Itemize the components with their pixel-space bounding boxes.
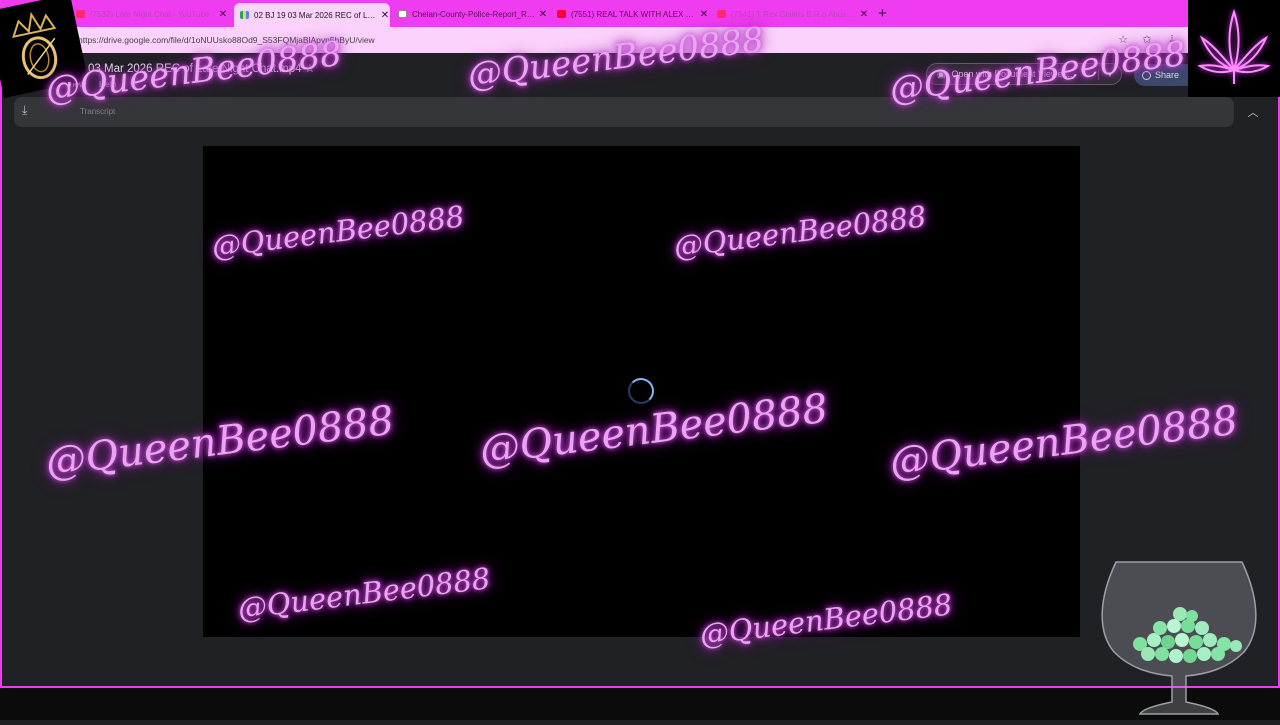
tab-label: (7541) T Rex Claims B.R.o Abusive xyxy=(731,9,856,19)
youtube-icon xyxy=(557,10,566,18)
tab-police-report[interactable]: Chelan-County-Police-Report_Red ✕ xyxy=(398,4,548,24)
youtube-icon xyxy=(717,10,726,18)
youtube-icon xyxy=(76,10,85,18)
extensions-icon[interactable]: ✩ xyxy=(1140,33,1154,46)
address-toolbar: https://drive.google.com/file/d/1oNUUsko… xyxy=(0,27,1188,53)
download-icon[interactable]: ⤓ xyxy=(22,103,27,118)
globe-icon xyxy=(1142,70,1151,80)
close-icon[interactable]: ✕ xyxy=(380,10,390,21)
glass-bowl-icon xyxy=(1096,556,1262,725)
tab-label: Chelan-County-Police-Report_Red xyxy=(412,9,535,19)
tab-real-talk[interactable]: (7551) REAL TALK WITH ALEX ERIC ✕ xyxy=(557,4,709,24)
share-button[interactable]: Share xyxy=(1134,64,1188,86)
tab-label: 02 BJ 19 03 Mar 2026 REC of Late xyxy=(254,10,377,20)
share-label: Share xyxy=(1155,70,1180,80)
download-icon[interactable]: ⇣ xyxy=(1165,33,1179,46)
open-with-label: Open with Document Viewer... xyxy=(951,69,1073,79)
open-with-button[interactable]: ▣ Open with Document Viewer... ▾ xyxy=(926,63,1122,85)
tab-label: (7532) Late Night Chat - YouTube xyxy=(90,9,210,19)
star-icon[interactable]: ☆ xyxy=(305,63,315,75)
tab-youtube-late-night[interactable]: (7532) Late Night Chat - YouTube ✕ xyxy=(76,4,228,24)
close-icon[interactable]: ✕ xyxy=(538,9,548,20)
document-icon: ▣ xyxy=(937,68,946,79)
drive-icon xyxy=(240,11,249,19)
chevron-up-icon[interactable]: ︿ xyxy=(1240,102,1266,124)
close-icon[interactable]: ✕ xyxy=(699,9,709,20)
chevron-down-icon[interactable]: ▾ xyxy=(1098,68,1121,80)
transcript-bar: ⤓ Transcript xyxy=(14,97,1234,127)
loading-spinner-icon xyxy=(628,378,654,404)
transcript-field[interactable]: Transcript xyxy=(80,107,115,116)
frame-border-left xyxy=(0,53,2,688)
file-title: 03 Mar 2026 REC of Late Night Chat.mp4 ☆ xyxy=(88,63,316,75)
bottom-bar xyxy=(0,688,1280,720)
url-field[interactable]: https://drive.google.com/file/d/1oNUUsko… xyxy=(78,35,375,45)
new-tab-button[interactable]: + xyxy=(878,5,887,22)
close-icon[interactable]: ✕ xyxy=(218,9,228,20)
close-icon[interactable]: ✕ xyxy=(859,9,869,20)
cannabis-leaf-icon xyxy=(1188,0,1280,97)
document-icon xyxy=(398,10,407,18)
star-icon[interactable]: ☆ xyxy=(1116,33,1130,46)
tab-label: (7551) REAL TALK WITH ALEX ERIC xyxy=(571,9,696,19)
tab-strip: ⌄ (7532) Late Night Chat - YouTube ✕ 02 … xyxy=(0,0,1188,27)
tab-drive-active[interactable]: 02 BJ 19 03 Mar 2026 REC of Late ✕ xyxy=(234,3,390,27)
menu-help[interactable]: Help xyxy=(99,79,116,89)
tab-trex-claims[interactable]: (7541) T Rex Claims B.R.o Abusive ✕ xyxy=(717,4,869,24)
